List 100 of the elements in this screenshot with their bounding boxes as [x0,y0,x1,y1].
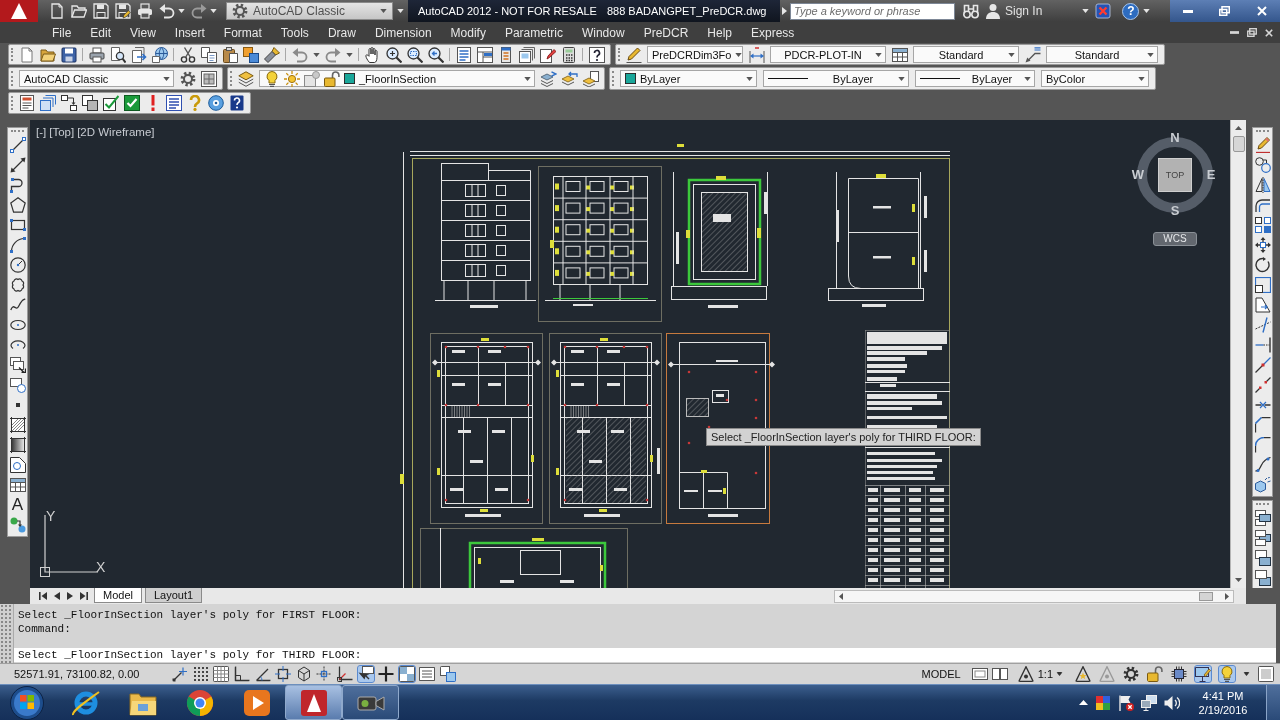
hatch-icon[interactable] [9,417,26,433]
taskbar-button[interactable] [285,685,342,720]
stacked-rectangles-icon[interactable] [1254,530,1271,546]
curve-link-icon[interactable] [1254,457,1271,473]
layout-tab[interactable]: Layout1 [144,588,203,603]
check-tile-icon[interactable] [123,95,140,111]
list-panel-icon[interactable] [419,666,436,682]
burst-box-icon[interactable] [1254,477,1271,493]
undo-icon[interactable] [159,3,175,19]
search-field[interactable]: Type a keyword or phrase [790,2,955,20]
linetype-dropdown[interactable]: ByLayer [763,70,909,87]
restore-icon[interactable] [1219,6,1231,16]
brush-icon[interactable] [263,46,280,63]
new-file-icon[interactable] [18,46,35,63]
expand-arrow-icon[interactable] [782,7,787,15]
stretch-shape-icon[interactable] [1254,297,1271,313]
play-icon[interactable] [242,688,271,717]
print-icon[interactable] [137,3,153,19]
text-tool-button[interactable]: A [11,497,24,513]
cross-tile-icon[interactable] [1095,3,1112,19]
scroll-thumb[interactable] [1232,136,1245,152]
help-book-icon[interactable] [228,95,245,111]
view-control[interactable]: [Top] [49,126,75,138]
model-space-button[interactable]: MODEL [918,667,964,681]
exclamation-icon[interactable] [150,95,155,111]
double-arrow-icon[interactable] [9,157,26,173]
stacked-squares-icon[interactable] [242,46,259,63]
help-button[interactable]: ? [1122,2,1140,20]
wave-curve-icon[interactable] [9,297,26,313]
ellipse-icon[interactable] [9,317,26,333]
open-folder-icon[interactable] [71,3,87,19]
new-file-icon[interactable] [49,3,65,19]
leader-icon[interactable] [1024,46,1041,63]
table-icon[interactable] [9,477,26,493]
annotation-scale-dropdown[interactable]: 1:1 [1037,668,1063,680]
color-dropdown[interactable]: ByLayer [620,70,757,87]
gear-icon[interactable] [1123,666,1139,682]
minimize-icon[interactable] [1183,9,1194,13]
zoom-previous-icon[interactable] [427,46,444,63]
menu-item[interactable]: Edit [90,25,112,40]
triangle-logo-icon[interactable] [0,0,38,22]
line-icon[interactable] [9,137,26,153]
linked-boxes-icon[interactable] [60,95,77,111]
layout-tab[interactable]: Model [94,588,142,603]
user-icon[interactable] [985,3,1001,19]
ucs-menu-button[interactable]: WCS [1153,232,1197,246]
caret-icon[interactable] [312,52,320,57]
stacked-sheets-icon[interactable] [39,95,56,111]
scroll-down-arrow-icon[interactable] [1235,578,1242,582]
calculator-icon[interactable] [560,46,577,63]
sign-in-link[interactable]: Sign In [1005,4,1043,18]
sheet-stack-icon[interactable] [518,46,535,63]
pentagon-icon[interactable] [9,197,26,213]
polyline-icon[interactable] [9,177,26,193]
save-as-icon[interactable] [115,3,131,19]
arrow-up-icon[interactable] [1079,700,1088,705]
show-desktop-button[interactable] [1266,685,1280,720]
lines-box-icon[interactable] [165,95,182,111]
triangle-star-icon[interactable] [1075,666,1091,682]
workspace-dropdown[interactable]: AutoCAD Classic [19,70,174,87]
menu-item[interactable]: Express [751,25,795,40]
compass-label[interactable]: E [1204,168,1218,182]
menu-item[interactable]: Insert [174,25,205,40]
first-arrow-icon[interactable] [39,592,47,600]
lightbulb-icon[interactable] [1219,666,1235,682]
layers-icon[interactable] [237,70,254,87]
zoom-window-icon[interactable] [406,46,423,63]
menu-item[interactable]: Format [223,25,262,40]
square-target-icon[interactable] [275,666,292,682]
open-folder-icon[interactable] [39,46,56,63]
dimension-style-dropdown[interactable]: PDCR-PLOT-IN [770,46,886,63]
restore-icon[interactable] [1247,28,1257,37]
caret-icon[interactable] [210,9,217,13]
line-plus-icon[interactable] [172,666,189,682]
close-icon[interactable] [1265,28,1273,37]
menu-item[interactable]: View [130,25,156,40]
lineweight-dropdown[interactable]: ByLayer [915,70,1035,87]
stacked-rectangles-icon[interactable] [1254,570,1271,586]
scroll-right-arrow-icon[interactable] [1225,592,1229,600]
save-icon[interactable] [60,46,77,63]
dashed-slash-icon[interactable] [1254,317,1271,333]
binoculars-icon[interactable] [963,3,979,19]
caret-icon[interactable] [345,52,353,57]
menu-item[interactable]: Draw [327,25,356,40]
gear-icon[interactable] [179,70,196,87]
print-preview-icon[interactable] [109,46,126,63]
point-icon[interactable] [15,403,20,407]
layers-sheet-icon[interactable] [582,70,599,87]
page-pen-icon[interactable] [539,46,556,63]
redo-icon[interactable] [191,3,207,19]
frame-icon[interactable] [200,70,217,87]
caret-icon[interactable] [1082,9,1090,13]
publish-icon[interactable] [130,46,147,63]
layers-arrow-icon[interactable] [540,70,557,87]
offset-curves-icon[interactable] [1254,197,1271,213]
color-blocks-icon[interactable] [1095,694,1111,711]
clipboard-icon[interactable] [221,46,238,63]
scroll-left-arrow-icon[interactable] [839,592,843,600]
compass-label[interactable]: N [1168,131,1182,145]
taskbar-button[interactable] [342,685,399,720]
